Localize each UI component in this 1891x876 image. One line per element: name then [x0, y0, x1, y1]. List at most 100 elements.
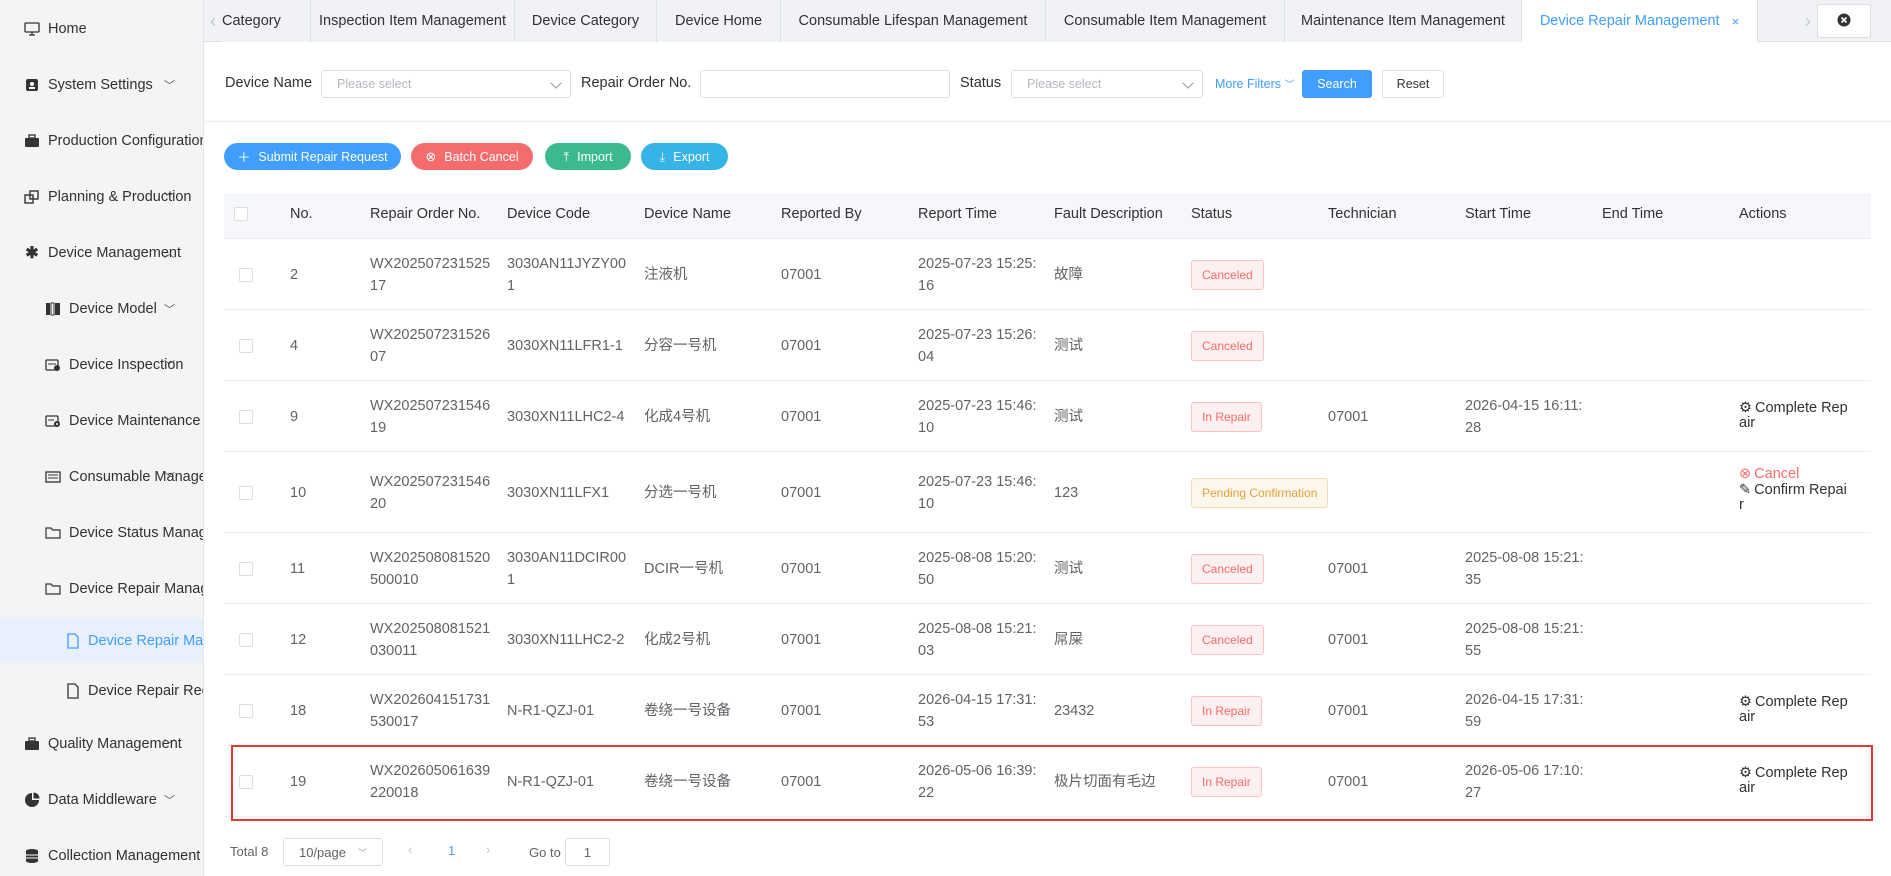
row-checkbox[interactable]: [239, 409, 253, 424]
sidebar-item-device-repair-records[interactable]: Device Repair Records: [0, 669, 203, 713]
batch-cancel-button[interactable]: ⊗ Batch Cancel: [411, 143, 533, 170]
cell-repair-order: WX202507231525 17: [370, 253, 490, 297]
goto-page-input[interactable]: 1: [565, 838, 610, 866]
sidebar-item-consumable-management[interactable]: Consumable Management ﹀: [0, 455, 203, 499]
sidebar-item-device-repair-management-page[interactable]: Device Repair Management: [0, 619, 203, 663]
folder-icon: [45, 581, 61, 597]
cell-repair-order-line-1: WX202508081521: [370, 620, 491, 637]
cell-report-time-line-1: 2025-07-23 15:26:: [918, 326, 1037, 343]
cell-no: 18: [290, 702, 307, 719]
cell-report-time: 2025-08-08 15:21: 03: [918, 618, 1037, 662]
plus-icon: ＋: [237, 150, 251, 165]
repair-order-input[interactable]: [700, 70, 950, 98]
cell-repair-order-line-2: 19: [370, 419, 387, 436]
sidebar-item-device-status-management[interactable]: Device Status Management: [0, 511, 203, 555]
status-badge: In Repair: [1191, 766, 1262, 797]
sidebar-item-collection-management[interactable]: Collection Management: [0, 834, 203, 876]
export-button[interactable]: ⤓ Export: [641, 143, 728, 170]
search-button[interactable]: Search: [1302, 70, 1372, 98]
cell-start-time-line-2: 28: [1465, 419, 1482, 436]
tab-device-category[interactable]: Device Category: [515, 0, 657, 42]
cell-report-time-line-1: 2026-05-06 16:39:: [918, 762, 1037, 779]
cell-device-code: 3030XN11LFX1: [507, 484, 610, 501]
tab-maintenance-item-management[interactable]: Maintenance Item Management: [1285, 0, 1522, 42]
tab-consumable-item-management[interactable]: Consumable Item Management: [1046, 0, 1285, 42]
tab-consumable-lifespan-management[interactable]: Consumable Lifespan Management: [781, 0, 1046, 42]
table-row: 4 WX202507231526 07 3030XN11LFR1-1 分容一号机 0700…: [224, 310, 1871, 381]
next-page-icon[interactable]: ›: [486, 842, 490, 857]
reset-button[interactable]: Reset: [1382, 70, 1444, 98]
tab-scroll-right-icon[interactable]: ›: [1799, 0, 1817, 42]
cell-start-time: 2026-04-15 16:11: 28: [1465, 395, 1582, 439]
tab-device-repair-management[interactable]: Device Repair Management ×: [1522, 0, 1758, 42]
cell-repair-order-line-1: WX202605061639: [370, 762, 491, 779]
tab-category[interactable]: Category: [222, 0, 311, 42]
tab-scroll-left-icon[interactable]: ‹: [204, 0, 222, 42]
tab-device-home[interactable]: Device Home: [657, 0, 781, 42]
sidebar-item-production-configuration[interactable]: Production Configuration: [0, 119, 203, 163]
chevron-down-icon: ﹀: [164, 795, 175, 807]
row-checkbox[interactable]: [239, 561, 253, 576]
sidebar-item-quality-management[interactable]: Quality Management ﹀: [0, 722, 203, 766]
device-name-select[interactable]: Please select: [321, 70, 571, 98]
row-checkbox[interactable]: [239, 267, 253, 282]
sidebar-item-device-model[interactable]: Device Model ﹀: [0, 287, 203, 331]
tab-bar: ‹ Category Inspection Item Management De…: [204, 0, 1891, 42]
sidebar-item-device-management[interactable]: ✱ Device Management ︿: [0, 231, 203, 275]
sidebar-item-device-repair-management[interactable]: Device Repair Management: [0, 567, 203, 611]
select-all-checkbox[interactable]: [234, 207, 248, 221]
sidebar-item-device-maintenance[interactable]: Device Maintenance ﹀: [0, 399, 203, 443]
close-icon[interactable]: ×: [1732, 14, 1740, 29]
cell-device-code: 3030XN11LHC2-4: [507, 408, 625, 425]
complete-repair-link[interactable]: ⚙ Complete Rep air: [1739, 400, 1848, 431]
status-badge: Canceled: [1191, 330, 1264, 361]
page-size-select[interactable]: 10/page ﹀: [283, 838, 383, 866]
folder-icon: [45, 525, 61, 541]
cancel-link[interactable]: ⊗ Cancel: [1739, 465, 1800, 482]
more-filters-label: More Filters: [1215, 77, 1281, 91]
asterisk-icon: ✱: [25, 245, 39, 262]
cell-no: 10: [290, 484, 307, 501]
cell-start-time-line-1: 2025-08-08 15:21:: [1465, 549, 1584, 566]
sidebar-item-system-settings[interactable]: System Settings ﹀: [0, 63, 203, 107]
sidebar-item-data-middleware[interactable]: Data Middleware ﹀: [0, 778, 203, 822]
page-number-1[interactable]: 1: [448, 843, 455, 858]
cell-no: 12: [290, 631, 307, 648]
row-checkbox[interactable]: [239, 774, 253, 789]
cell-report-time-line-1: 2025-08-08 15:21:: [918, 620, 1037, 637]
chevron-down-icon: ﹀: [164, 304, 175, 316]
status-select[interactable]: Please select: [1011, 70, 1203, 98]
cell-report-time-line-2: 03: [918, 642, 935, 659]
confirm-repair-link[interactable]: ✎ Confirm Repai r: [1739, 482, 1847, 513]
prev-page-icon[interactable]: ‹: [408, 842, 412, 857]
complete-repair-link[interactable]: ⚙ Complete Rep air: [1739, 694, 1848, 725]
row-checkbox[interactable]: [239, 632, 253, 647]
action-label-line: Cancel: [1754, 465, 1800, 482]
cell-repair-order-line-1: WX202507231526: [370, 326, 491, 343]
close-all-tabs-button[interactable]: [1817, 4, 1871, 38]
complete-repair-link[interactable]: ⚙ Complete Rep air: [1739, 765, 1848, 796]
more-filters-link[interactable]: More Filters ﹀: [1215, 76, 1294, 91]
sidebar-item-planning-production[interactable]: Planning & Production ﹀: [0, 175, 203, 219]
cell-reported-by: 07001: [781, 484, 822, 501]
header-actions: Actions: [1739, 206, 1787, 222]
table-row: 19 WX202605061639 220018 N-R1-QZJ-01 卷绕一号设备 0…: [224, 746, 1871, 817]
sidebar-item-device-inspection[interactable]: Device Inspection ﹀: [0, 343, 203, 387]
table-row: 10 WX202507231546 20 3030XN11LFX1 分选一号机 07001…: [224, 452, 1871, 533]
row-checkbox[interactable]: [239, 338, 253, 353]
tab-inspection-item-management[interactable]: Inspection Item Management: [311, 0, 515, 42]
import-button[interactable]: ⤒ Import: [545, 143, 631, 170]
chevron-down-icon: ﹀: [164, 192, 175, 204]
tab-label: Consumable Lifespan Management: [798, 13, 1028, 29]
cell-reported-by: 07001: [781, 408, 822, 425]
cell-repair-order: WX202508081520 500010: [370, 547, 490, 591]
sidebar-item-label: System Settings: [48, 77, 153, 93]
close-circle-icon: [1837, 13, 1851, 30]
cell-technician: 07001: [1328, 631, 1369, 648]
row-checkbox[interactable]: [239, 485, 253, 500]
table-row: 2 WX202507231525 17 3030AN11JYZY00 1 注液机 07001…: [224, 239, 1871, 310]
row-checkbox[interactable]: [239, 703, 253, 718]
header-device-name: Device Name: [644, 206, 732, 222]
submit-repair-request-button[interactable]: ＋ Submit Repair Request: [224, 143, 401, 170]
sidebar-item-home[interactable]: Home: [0, 7, 203, 51]
